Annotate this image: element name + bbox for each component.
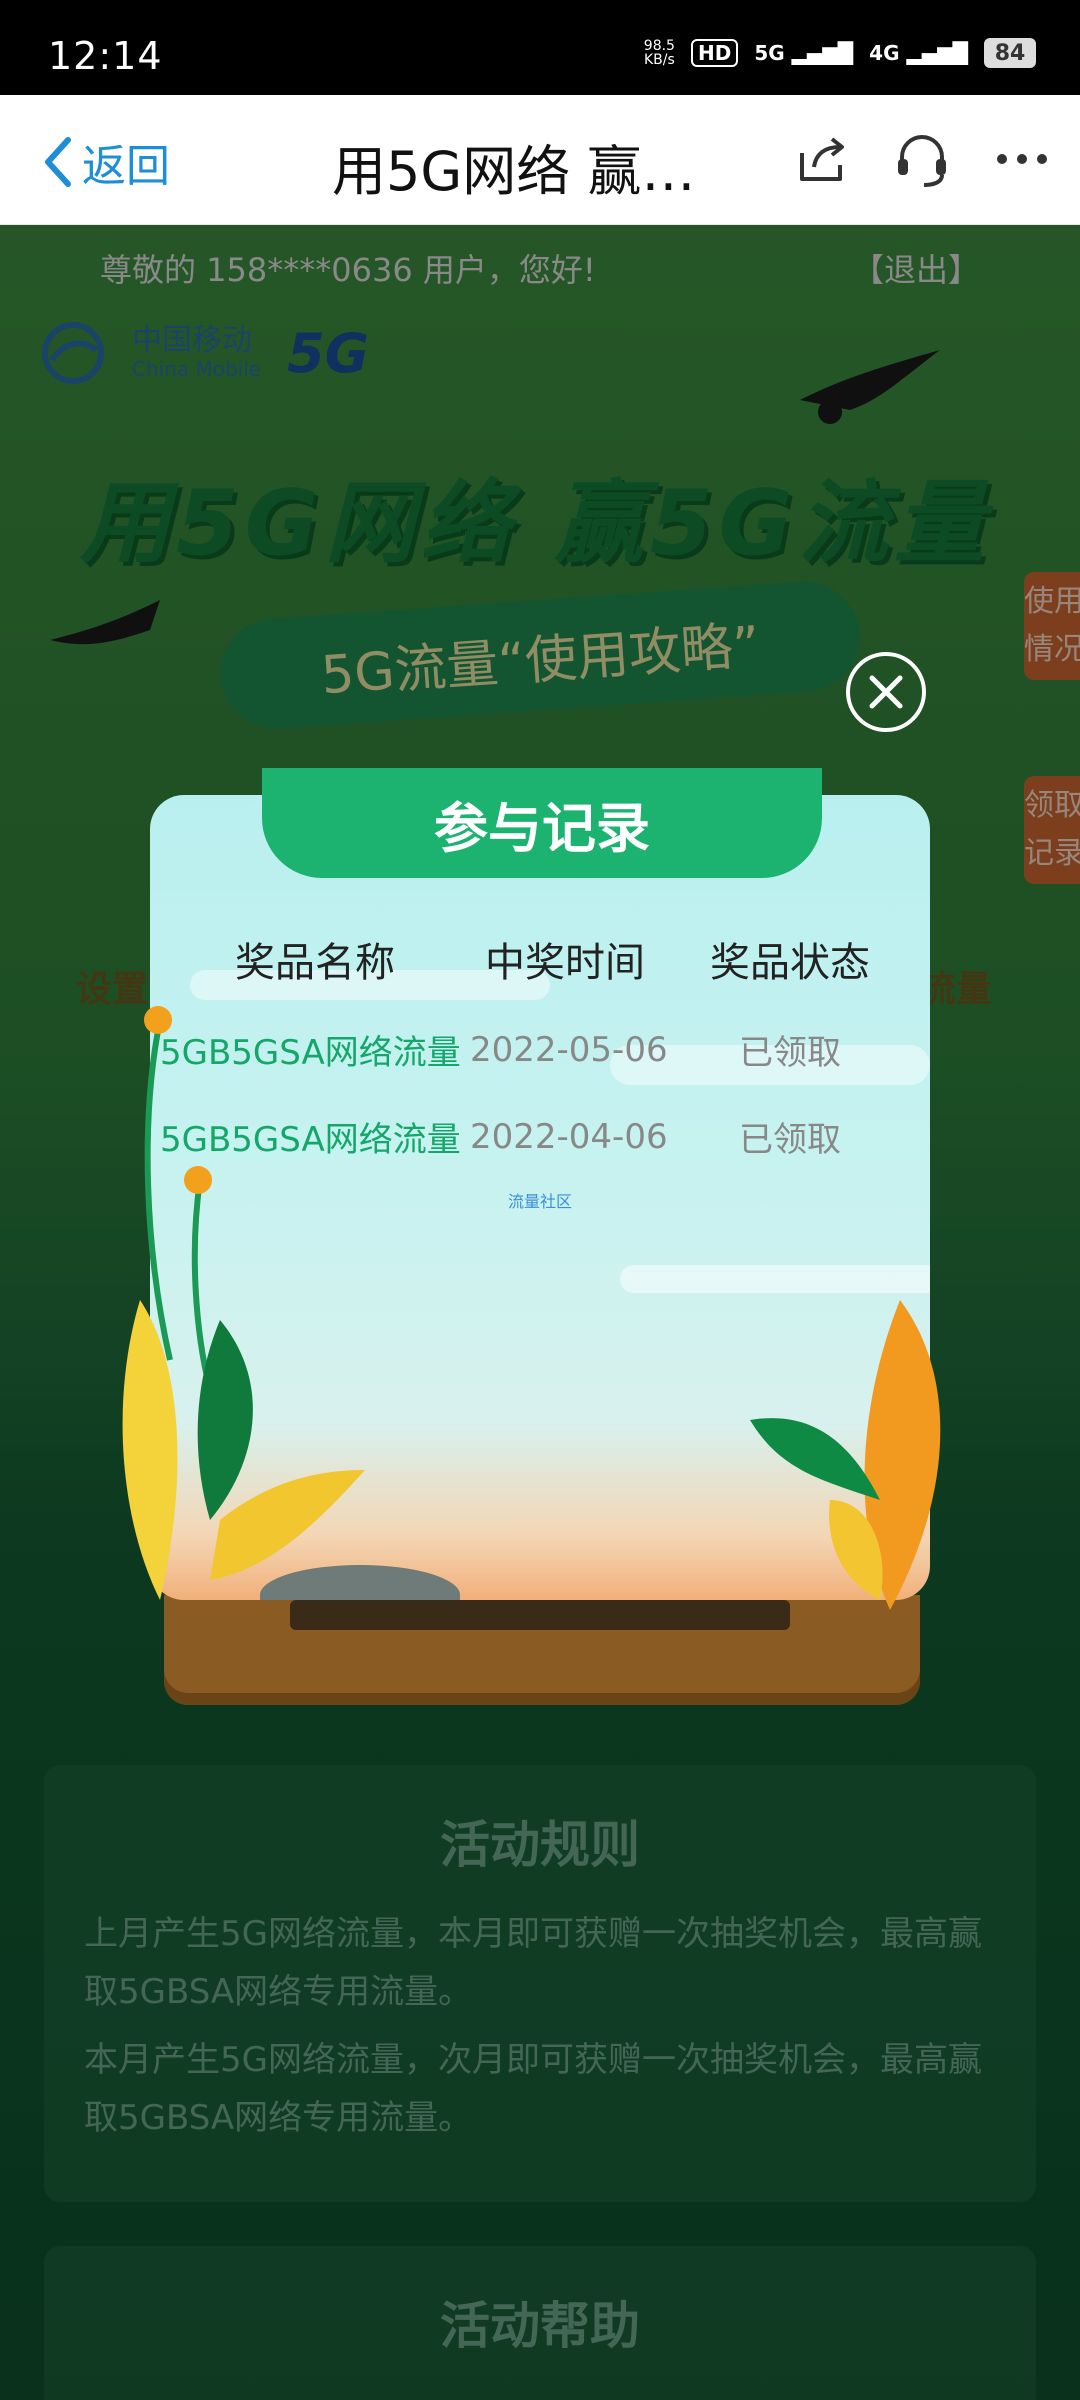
prize-status: 已领取 bbox=[739, 1120, 841, 1160]
prize-status: 已领取 bbox=[739, 1033, 841, 1073]
modal-close-button[interactable] bbox=[846, 652, 926, 732]
close-icon bbox=[869, 675, 903, 709]
plant-decoration-right bbox=[750, 1300, 941, 1610]
more-icon[interactable] bbox=[992, 129, 1052, 189]
status-time: 12:14 bbox=[48, 34, 163, 78]
plant-decoration-left bbox=[122, 1006, 365, 1600]
back-button[interactable]: 返回 bbox=[40, 130, 170, 194]
net-speed: 98.5 KB/s bbox=[644, 39, 675, 67]
prize-date: 2022-04-06 bbox=[470, 1116, 668, 1157]
modal-title: 参与记录 bbox=[262, 768, 822, 878]
net-speed-unit: KB/s bbox=[643, 52, 675, 68]
net-speed-value: 98.5 bbox=[643, 38, 675, 54]
status-bar: 12:14 98.5 KB/s HD 5G ▂▄▆█ 4G ▂▄▆█ 84 bbox=[0, 0, 1080, 95]
column-header-date: 中奖时间 bbox=[485, 940, 645, 986]
chevron-left-icon bbox=[45, 137, 71, 187]
nav-bar: 返回 用5G网络 赢… bbox=[0, 95, 1080, 225]
sim1-signal-icon: 5G ▂▄▆█ bbox=[754, 41, 854, 65]
cloud-decoration-3 bbox=[620, 1265, 930, 1293]
sim1-network-label: 5G bbox=[754, 41, 785, 65]
column-header-status: 奖品状态 bbox=[710, 940, 870, 986]
share-icon[interactable] bbox=[792, 129, 852, 189]
community-link[interactable]: 流量社区 bbox=[508, 1188, 572, 1212]
prize-date: 2022-05-06 bbox=[470, 1029, 668, 1070]
sim2-network-label: 4G bbox=[869, 41, 900, 65]
back-label: 返回 bbox=[82, 141, 170, 192]
hd-icon: HD bbox=[690, 39, 739, 67]
records-table-header: 奖品名称 中奖时间 奖品状态 bbox=[180, 930, 920, 988]
sim2-signal-icon: 4G ▂▄▆█ bbox=[869, 41, 968, 65]
nav-actions bbox=[792, 129, 1052, 189]
page-title: 用5G网络 赢… bbox=[332, 140, 696, 203]
battery-icon: 84 bbox=[984, 38, 1036, 68]
headset-icon[interactable] bbox=[892, 129, 952, 189]
column-header-prize: 奖品名称 bbox=[235, 940, 395, 986]
status-icons: 98.5 KB/s HD 5G ▂▄▆█ 4G ▂▄▆█ 84 bbox=[644, 38, 1036, 68]
